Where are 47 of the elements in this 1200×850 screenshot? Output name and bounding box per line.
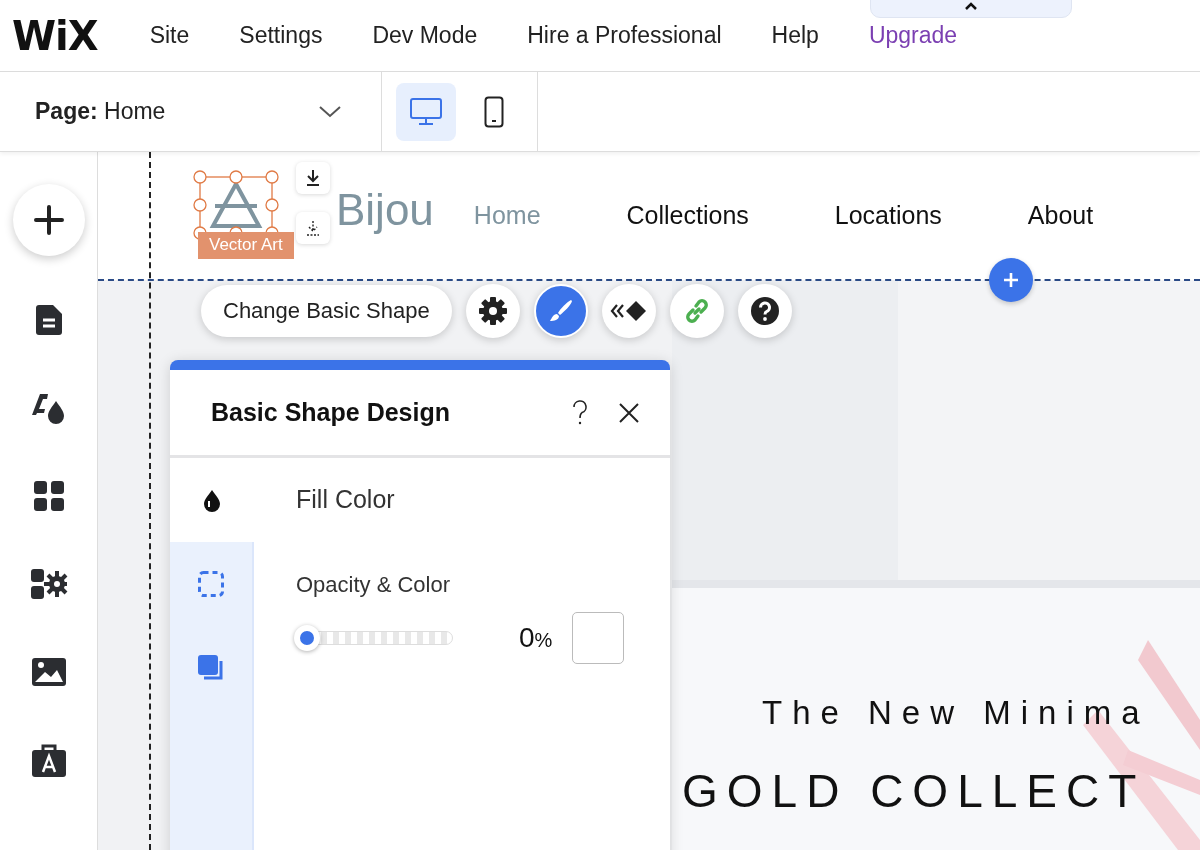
site-logo: Bijou <box>336 185 434 236</box>
site-nav-item[interactable]: Locations <box>834 200 942 230</box>
wix-logo[interactable]: WiX <box>12 12 98 59</box>
panel-title: Basic Shape Design <box>211 398 451 427</box>
menu-item[interactable]: Settings <box>239 22 323 49</box>
page-selector[interactable]: Page: Home <box>0 72 382 151</box>
chevrons-diamond-icon <box>609 300 648 322</box>
download-button[interactable] <box>296 162 330 194</box>
menu-item[interactable]: Dev Mode <box>372 22 478 49</box>
plus-icon <box>32 204 65 236</box>
dashed-square-icon <box>197 570 225 598</box>
site-nav-item[interactable]: About <box>1027 200 1094 230</box>
desktop-view-button[interactable] <box>396 82 456 141</box>
settings-icon <box>477 296 508 326</box>
help-icon <box>572 399 588 426</box>
page-icon <box>33 303 64 337</box>
mobile-icon <box>484 95 504 128</box>
selection-label: Vector Art <box>198 232 294 259</box>
menu-item[interactable]: Help <box>771 22 819 49</box>
color-swatch[interactable] <box>572 612 625 664</box>
droplet-icon <box>202 488 222 512</box>
close-button[interactable] <box>618 401 640 424</box>
menu-item[interactable]: Site <box>149 22 190 49</box>
caret-up-icon <box>964 2 978 11</box>
section-title: Fill Color <box>296 485 396 514</box>
hero-subtitle: The New Minima <box>762 694 1150 732</box>
chevron-down-icon <box>319 105 341 118</box>
hero-title: GOLD COLLECT <box>682 764 1146 818</box>
close-icon <box>618 401 640 424</box>
site-nav-item[interactable]: Collections <box>626 200 749 230</box>
opacity-value: 0% <box>519 622 553 654</box>
upgrade-link[interactable]: Upgrade <box>868 22 958 49</box>
desktop-icon <box>409 96 443 127</box>
opacity-label: Opacity & Color <box>296 572 452 598</box>
download-button[interactable] <box>296 212 330 244</box>
briefcase-icon <box>30 742 67 778</box>
squares-gear-icon <box>29 568 68 600</box>
grid-icon <box>32 480 65 512</box>
image-icon <box>30 657 67 687</box>
menu-item[interactable]: Hire a Professional <box>527 22 722 49</box>
fill-tab[interactable] <box>170 458 254 542</box>
add-elements-button[interactable] <box>12 184 85 256</box>
help-button[interactable] <box>572 399 588 426</box>
change-basic-shape-button[interactable]: Change Basic Shape <box>201 285 452 337</box>
layered-squares-icon <box>197 654 225 682</box>
help-icon <box>749 296 780 326</box>
plus-icon <box>1002 271 1020 289</box>
